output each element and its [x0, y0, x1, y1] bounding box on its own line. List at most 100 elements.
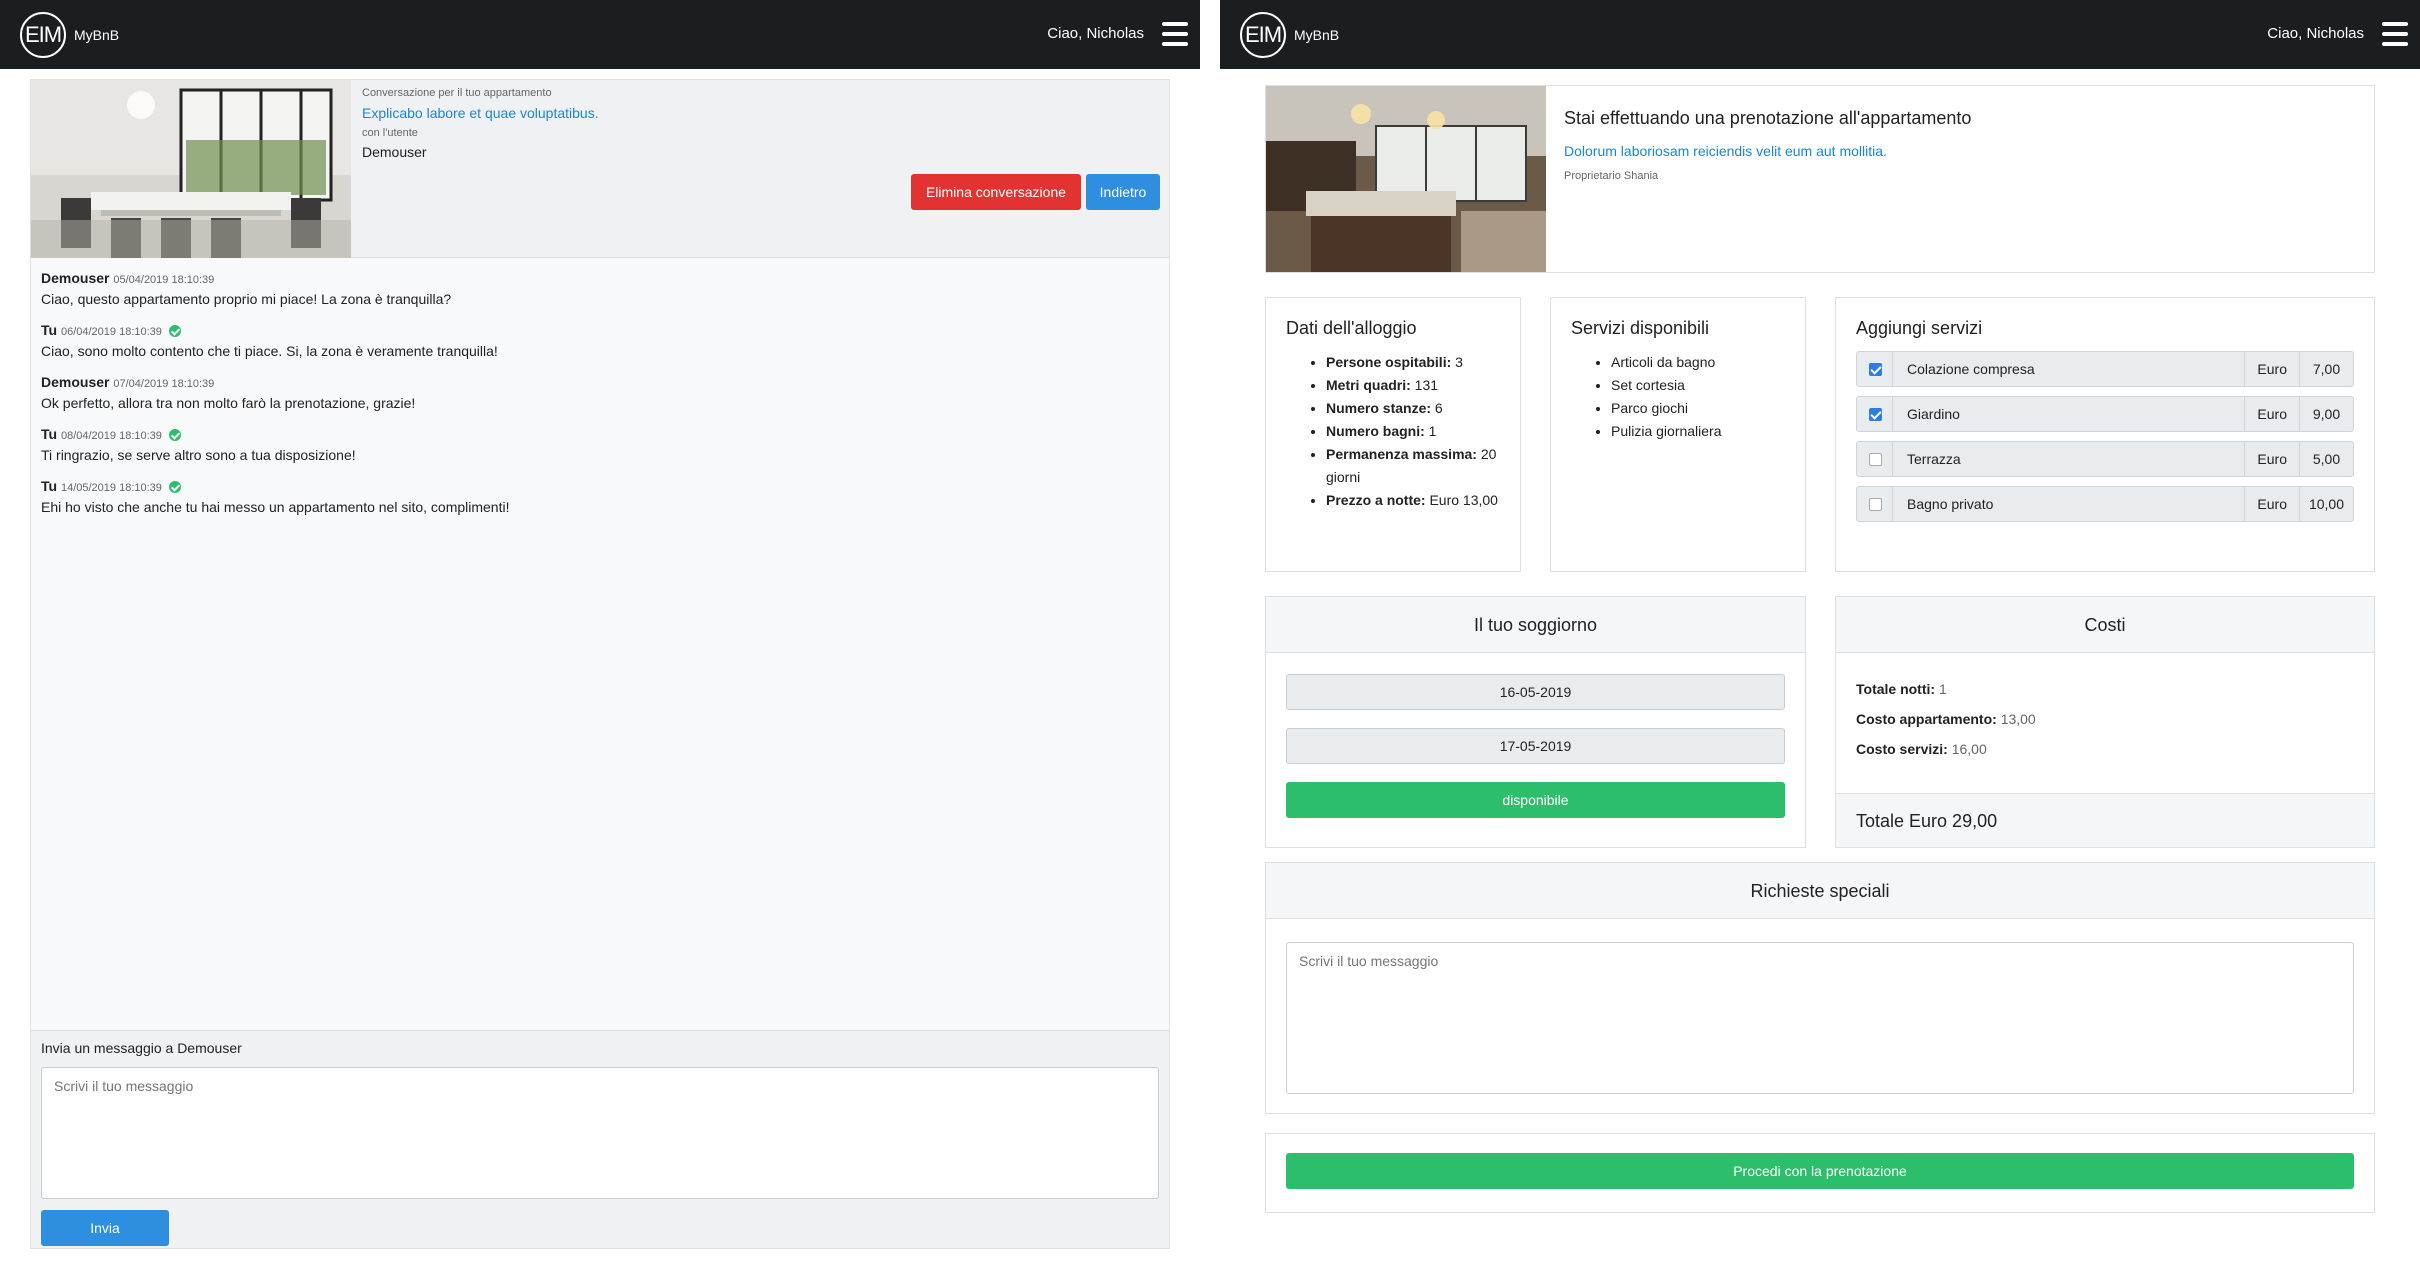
service-name: Bagno privato [1907, 496, 1994, 512]
booking-title: Stai effettuando una prenotazione all'ap… [1564, 108, 1972, 128]
costs-title: Costi [1836, 597, 2374, 653]
message-author: Demouser [41, 270, 110, 286]
available-services-title: Servizi disponibili [1571, 318, 1710, 338]
service-name: Terrazza [1907, 451, 1961, 467]
stay-card: Il tuo soggiorno 16-05-2019 17-05-2019 d… [1265, 596, 1806, 848]
brand-name[interactable]: MyBnB [74, 27, 119, 43]
message-input[interactable] [41, 1067, 1159, 1199]
costs-card: Costi Totale notti: 1 Costo appartamento… [1835, 596, 2375, 848]
apartment-link[interactable]: Explicabo labore et quae voluptatibus. [362, 105, 599, 121]
message-timestamp: 08/04/2019 18:10:39 [60, 430, 162, 442]
special-requests-card: Richieste speciali [1265, 862, 2375, 1114]
message-text: Ciao, questo appartamento proprio mi pia… [41, 291, 452, 307]
back-button[interactable]: Indietro [1086, 174, 1160, 210]
conversation-header: Conversazione per il tuo appartamento Ex… [31, 80, 1169, 258]
conversation-caption: Conversazione per il tuo appartamento [362, 87, 552, 99]
read-check-icon [168, 429, 181, 441]
read-check-icon [168, 481, 181, 493]
apartment-summary-card: Stai effettuando una prenotazione all'ap… [1265, 85, 2375, 273]
list-item: Set cortesia [1611, 374, 1785, 397]
message-text: Ok perfetto, allora tra non molto farò l… [41, 395, 416, 411]
service-checkbox[interactable] [1857, 397, 1893, 431]
message-item: Tu 08/04/2019 18:10:39 Ti ringrazio, se … [41, 426, 1151, 463]
conversation-card: Conversazione per il tuo appartamento Ex… [30, 79, 1170, 1249]
list-item: Pulizia giornaliera [1611, 420, 1785, 443]
service-currency: Euro [2244, 487, 2299, 521]
list-item: Permanenza massima: 20 giorni [1326, 443, 1500, 489]
hamburger-menu-icon[interactable] [2382, 22, 2408, 46]
service-price: 9,00 [2299, 397, 2353, 431]
service-row: Bagno privato Euro 10,00 [1856, 486, 2354, 522]
special-requests-input[interactable] [1286, 942, 2354, 1094]
services-cost-line: Costo servizi: 16,00 [1856, 741, 1987, 757]
delete-conversation-button[interactable]: Elimina conversazione [911, 174, 1081, 210]
nights-line: Totale notti: 1 [1856, 681, 1947, 697]
message-item: Demouser 07/04/2019 18:10:39 Ok perfetto… [41, 374, 1151, 411]
list-item: Metri quadri: 131 [1326, 374, 1500, 397]
service-price: 7,00 [2299, 352, 2353, 386]
user-greeting: Ciao, Nicholas [1047, 25, 1144, 42]
logo[interactable]: EIM [20, 12, 66, 58]
accommodation-info-card: Dati dell'alloggio Persone ospitabili: 3… [1265, 297, 1521, 572]
send-button[interactable]: Invia [41, 1210, 169, 1246]
message-timestamp: 06/04/2019 18:10:39 [60, 326, 162, 338]
service-checkbox[interactable] [1857, 487, 1893, 521]
hamburger-menu-icon[interactable] [1162, 22, 1188, 46]
accommodation-info-list: Persone ospitabili: 3 Metri quadri: 131 … [1286, 351, 1500, 512]
proceed-booking-button[interactable]: Procedi con la prenotazione [1286, 1153, 2354, 1189]
apartment-photo [1266, 86, 1546, 272]
user-greeting: Ciao, Nicholas [2267, 25, 2364, 42]
service-row: Colazione compresa Euro 7,00 [1856, 351, 2354, 387]
service-price: 5,00 [2299, 442, 2353, 476]
stay-title: Il tuo soggiorno [1266, 597, 1805, 653]
message-author: Demouser [41, 374, 110, 390]
message-author: Tu [41, 426, 58, 442]
service-currency: Euro [2244, 397, 2299, 431]
cost-lines: Totale notti: 1 Costo appartamento: 13,0… [1856, 681, 2036, 771]
brand-name[interactable]: MyBnB [1294, 27, 1339, 43]
list-item: Persone ospitabili: 3 [1326, 351, 1500, 374]
message-timestamp: 05/04/2019 18:10:39 [113, 274, 215, 286]
proceed-card: Procedi con la prenotazione [1265, 1133, 2375, 1213]
message-timestamp: 07/04/2019 18:10:39 [113, 378, 215, 390]
compose-label: Invia un messaggio a Demouser [41, 1040, 242, 1056]
add-services-title: Aggiungi servizi [1856, 318, 1983, 338]
conversation-meta: Conversazione per il tuo appartamento Ex… [362, 87, 599, 160]
message-author: Tu [41, 478, 58, 494]
check-out-date-field[interactable]: 17-05-2019 [1286, 728, 1785, 764]
booking-screen: EIM MyBnB Ciao, Nicholas Stai effettuand… [1220, 0, 2420, 1273]
service-row: Giardino Euro 9,00 [1856, 396, 2354, 432]
list-item: Numero stanze: 6 [1326, 397, 1500, 420]
total-cost: Totale Euro 29,00 [1836, 793, 2374, 847]
message-text: Ciao, sono molto contento che ti piace. … [41, 343, 498, 359]
apartment-photo [31, 80, 351, 258]
service-checkbox[interactable] [1857, 352, 1893, 386]
service-checkbox[interactable] [1857, 442, 1893, 476]
service-currency: Euro [2244, 442, 2299, 476]
message-item: Demouser 05/04/2019 18:10:39 Ciao, quest… [41, 270, 1151, 307]
apartment-link[interactable]: Dolorum laboriosam reiciendis velit eum … [1564, 143, 1887, 159]
add-services-card: Aggiungi servizi Colazione compresa Euro… [1835, 297, 2375, 572]
owner-name: Proprietario Shania [1564, 170, 1659, 182]
logo[interactable]: EIM [1240, 12, 1286, 58]
check-in-date-field[interactable]: 16-05-2019 [1286, 674, 1785, 710]
available-services-card: Servizi disponibili Articoli da bagno Se… [1550, 297, 1806, 572]
service-row: Terrazza Euro 5,00 [1856, 441, 2354, 477]
service-name: Giardino [1907, 406, 1960, 422]
conversation-screen: EIM MyBnB Ciao, Nicholas Conversazione p… [0, 0, 1200, 1273]
availability-badge: disponibile [1286, 782, 1785, 818]
message-author: Tu [41, 322, 58, 338]
accommodation-info-title: Dati dell'alloggio [1286, 318, 1417, 338]
list-item: Prezzo a notte: Euro 13,00 [1326, 489, 1500, 512]
available-services-list: Articoli da bagno Set cortesia Parco gio… [1571, 351, 1785, 443]
special-requests-title: Richieste speciali [1266, 863, 2374, 919]
message-text: Ehi ho visto che anche tu hai messo un a… [41, 499, 510, 515]
apartment-cost-line: Costo appartamento: 13,00 [1856, 711, 2036, 727]
service-currency: Euro [2244, 352, 2299, 386]
message-item: Tu 06/04/2019 18:10:39 Ciao, sono molto … [41, 322, 1151, 359]
list-item: Articoli da bagno [1611, 351, 1785, 374]
message-list: Demouser 05/04/2019 18:10:39 Ciao, quest… [41, 270, 1151, 530]
user-caption: con l'utente [362, 127, 418, 139]
message-timestamp: 14/05/2019 18:10:39 [60, 482, 162, 494]
read-check-icon [168, 325, 181, 337]
